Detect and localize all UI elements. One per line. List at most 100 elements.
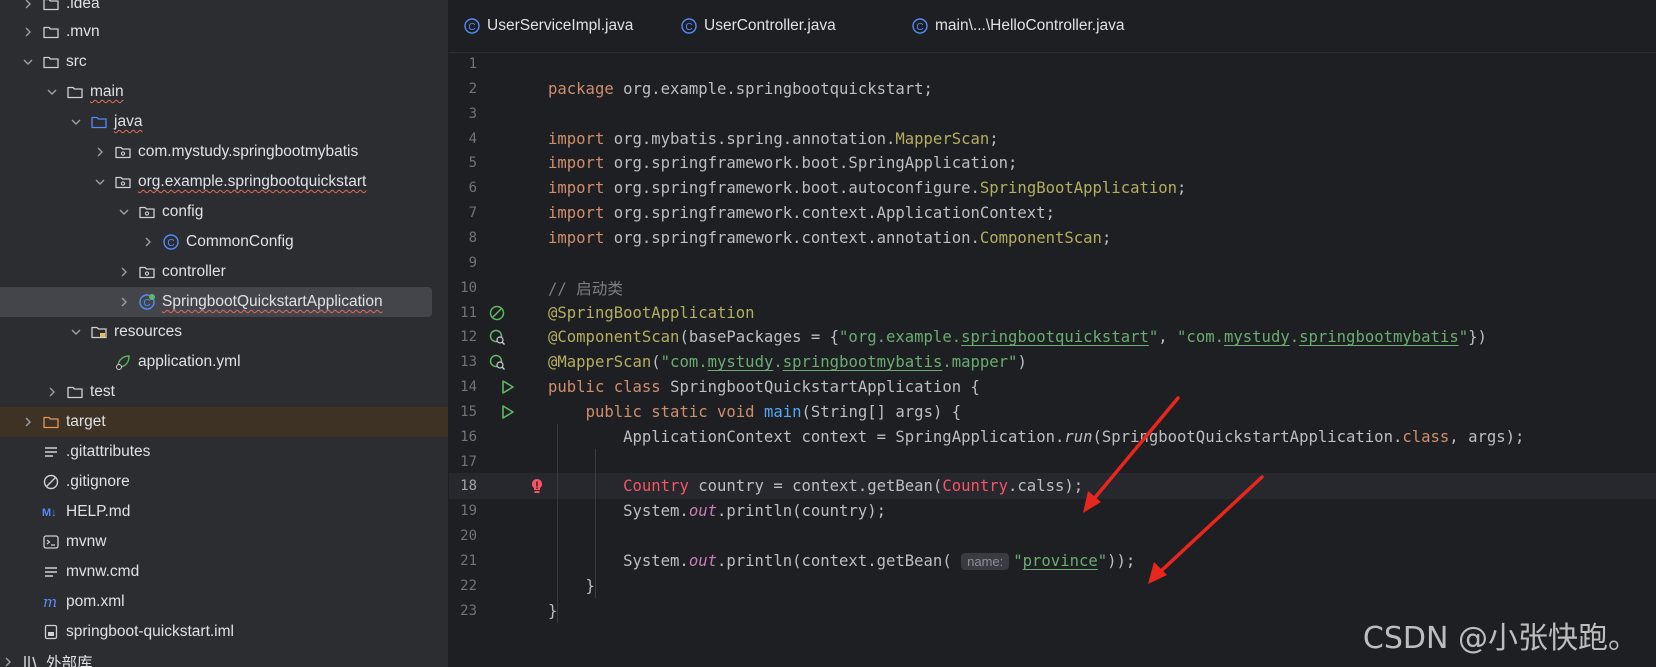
- line-number[interactable]: 5: [449, 155, 477, 171]
- line-number[interactable]: 15: [449, 404, 477, 420]
- code-line[interactable]: 18 Country country = context.getBean(Cou…: [449, 473, 1656, 500]
- code-line[interactable]: 12 @ComponentScan(basePackages = {"org.ex…: [449, 324, 1656, 350]
- line-number[interactable]: 4: [449, 131, 477, 147]
- line-number[interactable]: 21: [449, 553, 477, 569]
- tab-hellocontroller[interactable]: C main\...\HelloController.java: [911, 0, 1125, 52]
- tree-item-main[interactable]: main: [0, 77, 448, 107]
- chevron-down-icon[interactable]: [44, 84, 60, 100]
- project-tree: .idea .mvn src main java com.mystudy.springbo…: [0, 0, 448, 667]
- svg-text:C: C: [143, 298, 150, 309]
- line-number[interactable]: 16: [449, 429, 477, 445]
- code-text: import org.mybatis.spring.annotation.Map…: [548, 130, 999, 148]
- code-line[interactable]: 3: [449, 101, 1656, 127]
- code-line[interactable]: 17: [449, 449, 1656, 475]
- tree-item-application-yml[interactable]: application.yml: [0, 347, 448, 377]
- code-line[interactable]: 6 import org.springframework.boot.autocon…: [449, 175, 1656, 201]
- code-line[interactable]: 11 @SpringBootApplication: [449, 300, 1656, 326]
- code-line[interactable]: 2 package org.example.springbootquickstar…: [449, 76, 1656, 102]
- run-icon[interactable]: [497, 402, 517, 422]
- code-line[interactable]: 19 System.out.println(country);: [449, 498, 1656, 524]
- code-line[interactable]: 8 import org.springframework.context.anno…: [449, 225, 1656, 251]
- line-number[interactable]: 11: [449, 305, 477, 321]
- line-number[interactable]: 9: [449, 255, 477, 271]
- line-number[interactable]: 1: [449, 56, 477, 72]
- line-number[interactable]: 17: [449, 454, 477, 470]
- tree-item-test[interactable]: test: [0, 377, 448, 407]
- tree-item-java[interactable]: java: [0, 107, 448, 137]
- code-line[interactable]: 1: [449, 51, 1656, 77]
- chevron-right-icon[interactable]: [20, 24, 36, 40]
- chevron-right-icon[interactable]: [20, 414, 36, 430]
- line-number[interactable]: 23: [449, 603, 477, 619]
- tree-item-resources[interactable]: resources: [0, 317, 448, 347]
- tab-userserviceimpl[interactable]: C UserServiceImpl.java: [463, 0, 633, 52]
- code-token: springbootmybatis: [782, 353, 943, 372]
- tree-item-target[interactable]: target: [0, 407, 448, 437]
- code-line[interactable]: 10 // 启动类: [449, 275, 1656, 301]
- tree-item-external-libraries[interactable]: 外部库: [0, 647, 448, 667]
- line-number[interactable]: 18: [449, 478, 477, 494]
- tree-item-mvn[interactable]: .mvn: [0, 17, 448, 47]
- code-line[interactable]: 20: [449, 523, 1656, 549]
- tree-item-gitignore[interactable]: .gitignore: [0, 467, 448, 497]
- code-area[interactable]: 1 2 package org.example.springbootquicksta…: [449, 52, 1656, 667]
- tab-usercontroller[interactable]: C UserController.java: [680, 0, 836, 52]
- tree-item-help-md[interactable]: M↓ HELP.md: [0, 497, 448, 527]
- line-number[interactable]: 22: [449, 578, 477, 594]
- tree-item-src[interactable]: src: [0, 47, 448, 77]
- line-number[interactable]: 2: [449, 81, 477, 97]
- code-line[interactable]: 16 ApplicationContext context = SpringAp…: [449, 424, 1656, 450]
- line-number[interactable]: 14: [449, 379, 477, 395]
- bean-search-icon[interactable]: [487, 352, 507, 372]
- chevron-right-icon[interactable]: [116, 264, 132, 280]
- code-line[interactable]: 9: [449, 250, 1656, 276]
- chevron-right-icon[interactable]: [140, 234, 156, 250]
- tree-item-com-mystudy-springbootmybatis[interactable]: com.mystudy.springbootmybatis: [0, 137, 448, 167]
- tree-item-mvnw[interactable]: mvnw: [0, 527, 448, 557]
- chevron-right-icon[interactable]: [20, 0, 36, 12]
- chevron-right-icon[interactable]: [92, 144, 108, 160]
- tree-item-springboot-quickstart-iml[interactable]: springboot-quickstart.iml: [0, 617, 448, 647]
- chevron-right-icon[interactable]: [44, 384, 60, 400]
- line-number[interactable]: 19: [449, 503, 477, 519]
- tree-item-org-example-springbootquickstart[interactable]: org.example.springbootquickstart: [0, 167, 448, 197]
- bean-icon[interactable]: [487, 303, 507, 323]
- code-line[interactable]: 13 @MapperScan("com.mystudy.springbootmyb…: [449, 349, 1656, 375]
- tree-item-pom-xml[interactable]: m pom.xml: [0, 587, 448, 617]
- code-line[interactable]: 21 System.out.println(context.getBean( n…: [449, 548, 1656, 574]
- code-line[interactable]: 5 import org.springframework.boot.SpringA…: [449, 150, 1656, 176]
- chevron-down-icon[interactable]: [20, 54, 36, 70]
- chevron-down-icon[interactable]: [92, 174, 108, 190]
- run-icon[interactable]: [497, 377, 517, 397]
- tree-item-commonconfig[interactable]: C CommonConfig: [0, 227, 448, 257]
- tree-item-config[interactable]: config: [0, 197, 448, 227]
- line-number[interactable]: 10: [449, 280, 477, 296]
- line-number[interactable]: 6: [449, 180, 477, 196]
- tree-item-springbootquickstartapplication[interactable]: C SpringbootQuickstartApplication: [0, 287, 432, 317]
- tree-item-controller[interactable]: controller: [0, 257, 448, 287]
- code-token: class: [1402, 427, 1450, 446]
- line-number[interactable]: 3: [449, 106, 477, 122]
- bean-search-icon[interactable]: [487, 327, 507, 347]
- line-number[interactable]: 8: [449, 230, 477, 246]
- line-number[interactable]: 7: [449, 205, 477, 221]
- code-line[interactable]: 7 import org.springframework.context.Appl…: [449, 200, 1656, 226]
- chevron-down-icon[interactable]: [68, 114, 84, 130]
- code-line[interactable]: 14 public class SpringbootQuickstartAppli…: [449, 374, 1656, 400]
- line-number[interactable]: 12: [449, 329, 477, 345]
- folder-icon: [42, 0, 60, 13]
- code-line[interactable]: 15 public static void main(String[] args…: [449, 399, 1656, 425]
- code-editor[interactable]: C UserServiceImpl.java C UserController.…: [449, 0, 1656, 667]
- error-bulb-icon[interactable]: [527, 476, 547, 496]
- chevron-right-icon[interactable]: [116, 294, 132, 310]
- code-line[interactable]: 22 }: [449, 573, 1656, 599]
- tree-item-gitattributes[interactable]: .gitattributes: [0, 437, 448, 467]
- tree-item-mvnw-cmd[interactable]: mvnw.cmd: [0, 557, 448, 587]
- line-number[interactable]: 13: [449, 354, 477, 370]
- chevron-down-icon[interactable]: [68, 324, 84, 340]
- line-number[interactable]: 20: [449, 528, 477, 544]
- chevron-down-icon[interactable]: [116, 204, 132, 220]
- code-line[interactable]: 4 import org.mybatis.spring.annotation.Ma…: [449, 126, 1656, 152]
- chevron-right-icon[interactable]: [0, 654, 16, 667]
